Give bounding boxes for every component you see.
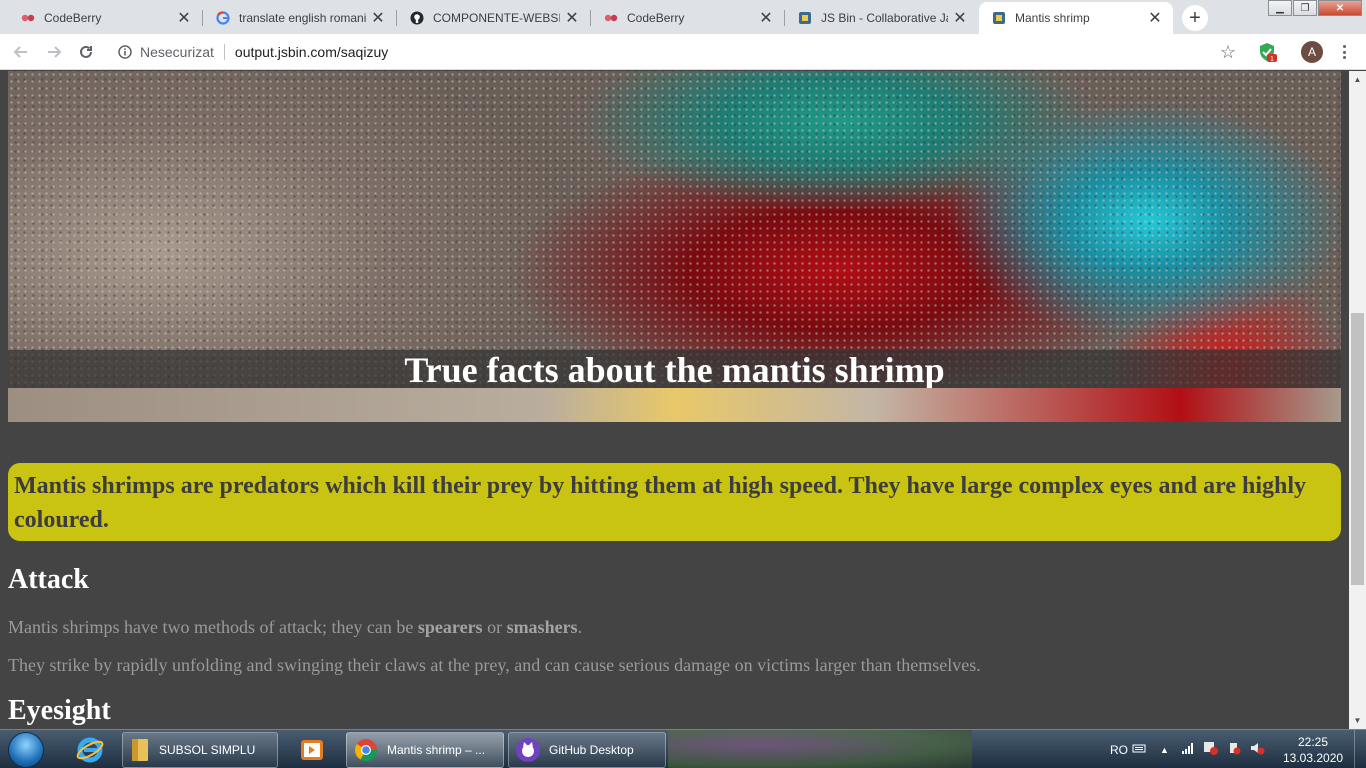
maximize-button[interactable]: ❐ [1293,0,1317,16]
close-icon[interactable]: ✕ [1147,8,1163,28]
address-bar[interactable]: Nesecurizat output.jsbin.com/saqizuy ☆ [108,38,1248,66]
close-icon[interactable]: ✕ [564,8,580,28]
volume-muted-icon[interactable] [1249,741,1265,758]
url-text: output.jsbin.com/saqizuy [234,44,389,60]
divider [223,44,225,60]
extension-shield-icon[interactable]: 1 [1257,42,1277,63]
eyesight-heading: Eyesight [8,695,111,726]
scroll-down-arrow-icon[interactable]: ▼ [1349,712,1366,729]
chrome-icon [355,739,377,761]
intro-box: Mantis shrimps are predators which kill … [8,463,1341,541]
security-indicator[interactable]: Nesecurizat [118,44,214,60]
google-icon [215,10,231,26]
attack-paragraph-1: Mantis shrimps have two methods of attac… [8,617,583,637]
task-label: Mantis shrimp – ... [387,743,486,757]
page-viewport: True facts about the mantis shrimp Manti… [0,71,1349,729]
menu-icon[interactable] [1335,42,1353,62]
smashers-bold: smashers [506,617,578,637]
back-button[interactable] [9,40,33,64]
task-label: GitHub Desktop [549,743,634,757]
arrow-right-icon [48,46,62,58]
close-icon[interactable]: ✕ [952,8,968,28]
action-center-icon[interactable] [1203,741,1219,758]
info-icon [118,45,132,59]
tab-codeberry-1[interactable]: CodeBerry ✕ [8,2,202,34]
close-icon[interactable]: ✕ [176,8,192,28]
tab-codeberry-2[interactable]: CodeBerry ✕ [591,2,784,34]
jsbin-icon [991,10,1007,26]
bookmark-star-icon[interactable]: ☆ [1220,42,1236,63]
desktop-wallpaper-peek [668,730,972,768]
browser-toolbar: Nesecurizat output.jsbin.com/saqizuy ☆ 1… [0,34,1366,70]
codeberry-icon [603,10,619,26]
hero-image-bottom [8,388,1341,422]
attack-paragraph-2: They strike by rapidly unfolding and swi… [8,655,981,675]
github-desktop-icon [516,738,540,762]
signal-icon[interactable] [1181,742,1195,757]
start-button[interactable] [8,732,44,768]
extension-badge: 1 [1270,56,1274,62]
clock[interactable]: 22:25 13.03.2020 [1283,734,1343,766]
intro-text: Mantis shrimps are predators which kill … [14,473,1307,533]
clock-time: 22:25 [1297,735,1329,749]
tab-strip: CodeBerry ✕ translate english romanian ✕… [0,0,1366,34]
tab-mantis-shrimp[interactable]: Mantis shrimp ✕ [979,2,1173,34]
tab-title: translate english romanian [239,11,366,25]
page-title: True facts about the mantis shrimp [404,350,945,390]
tab-github[interactable]: COMPONENTE-WEBSITE ✕ [397,2,590,34]
folder-icon [132,739,148,761]
spearers-bold: spearers [417,617,483,637]
new-tab-button[interactable]: + [1182,5,1208,31]
window-controls: ▁ ❐ ✕ [1267,0,1362,16]
minimize-button[interactable]: ▁ [1268,0,1292,16]
close-window-button[interactable]: ✕ [1318,0,1362,16]
system-tray: RO ▲ [1100,730,1265,768]
taskbar-item-github-desktop[interactable]: GitHub Desktop [508,732,666,768]
power-icon[interactable] [1227,741,1241,758]
tab-title: Mantis shrimp [1015,11,1090,25]
internet-explorer-icon[interactable] [70,733,110,766]
jsbin-icon [797,10,813,26]
keyboard-icon[interactable] [1132,742,1146,757]
language-indicator[interactable]: RO [1110,743,1128,757]
reload-button[interactable] [74,40,98,64]
taskbar-item-chrome[interactable]: Mantis shrimp – ... [346,732,504,768]
avatar[interactable]: A [1301,41,1323,63]
tab-title: CodeBerry [627,11,685,25]
tab-title: JS Bin - Collaborative JavaScript [821,11,948,25]
tab-jsbin[interactable]: JS Bin - Collaborative JavaScript ✕ [785,2,978,34]
scroll-thumb[interactable] [1351,313,1364,585]
tab-title: COMPONENTE-WEBSITE [433,11,560,25]
scroll-up-arrow-icon[interactable]: ▲ [1349,71,1366,88]
show-desktop-button[interactable] [1354,730,1366,768]
task-label: SUBSOL SIMPLU [159,743,256,757]
windows-taskbar: SUBSOL SIMPLU Mantis shrimp – ... GitHub… [0,729,1366,768]
attack-heading: Attack [8,564,89,595]
codeberry-icon [20,10,36,26]
clock-date: 13.03.2020 [1283,751,1344,765]
arrow-left-icon [13,46,27,58]
tab-title: CodeBerry [44,11,102,25]
github-icon [409,10,425,26]
close-icon[interactable]: ✕ [758,8,774,28]
tab-translate[interactable]: translate english romanian ✕ [203,2,396,34]
reload-icon [80,45,92,58]
taskbar-item-folder[interactable]: SUBSOL SIMPLU [122,732,278,768]
security-label: Nesecurizat [140,44,214,60]
close-icon[interactable]: ✕ [370,8,386,28]
show-hidden-icons-icon[interactable]: ▲ [1160,745,1169,755]
media-player-icon[interactable] [292,733,332,766]
page-scrollbar[interactable]: ▲ ▼ [1349,71,1366,729]
forward-button[interactable] [42,40,66,64]
